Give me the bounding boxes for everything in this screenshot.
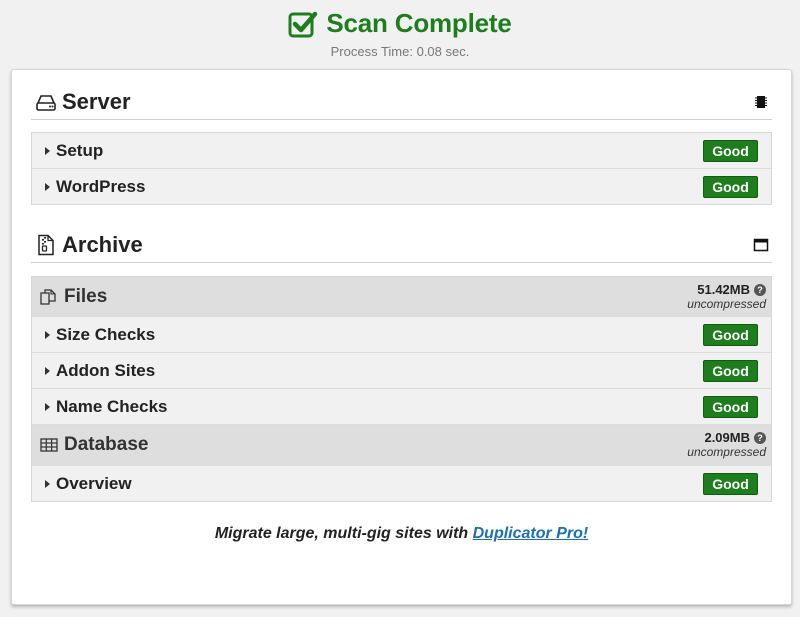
help-icon[interactable]: ? xyxy=(754,432,766,444)
files-row-addon-sites[interactable]: Addon Sites Good xyxy=(32,352,771,388)
window-icon[interactable] xyxy=(753,237,769,253)
database-size-note: uncompressed xyxy=(687,445,766,459)
server-title: Server xyxy=(62,89,131,114)
caret-right-icon xyxy=(45,182,50,191)
promo-message: Migrate large, multi-gig sites with Dupl… xyxy=(12,525,791,543)
archive-section-header[interactable]: Archive xyxy=(31,228,772,263)
row-label: Addon Sites xyxy=(56,360,156,380)
files-row-name-checks[interactable]: Name Checks Good xyxy=(32,388,771,424)
hdd-icon xyxy=(36,95,56,111)
row-label: WordPress xyxy=(56,176,146,196)
row-label: Size Checks xyxy=(56,324,156,344)
files-size-value: 51.42MB xyxy=(697,281,750,297)
server-row-setup[interactable]: Setup Good xyxy=(32,133,771,168)
database-title: Database xyxy=(64,434,149,455)
checkbox-checked-icon xyxy=(288,11,318,37)
database-row-overview[interactable]: Overview Good xyxy=(32,465,771,501)
server-row-wordpress[interactable]: WordPress Good xyxy=(32,168,771,204)
promo-text: Migrate large, multi-gig sites with xyxy=(214,525,473,542)
caret-right-icon xyxy=(45,366,50,375)
status-badge: Good xyxy=(703,395,758,418)
files-size-note: uncompressed xyxy=(687,296,766,311)
files-title: Files xyxy=(64,285,108,307)
row-label: Name Checks xyxy=(56,396,168,416)
caret-right-icon xyxy=(45,146,50,155)
files-copy-icon xyxy=(40,288,56,305)
caret-right-icon xyxy=(45,402,50,411)
database-size-value: 2.09MB xyxy=(704,430,750,445)
scan-panel: Server Setup Good WordPress Good Archive… xyxy=(11,69,792,605)
scan-header: Scan Complete Process Time: 0.08 sec. xyxy=(0,0,800,68)
status-badge: Good xyxy=(703,472,758,495)
database-size: 2.09MB ? uncompressed xyxy=(687,431,766,459)
duplicator-pro-link[interactable]: Duplicator Pro! xyxy=(473,525,589,542)
archive-checks: Files 51.42MB ? uncompressed Size Checks… xyxy=(31,276,772,502)
archive-title: Archive xyxy=(62,232,143,257)
row-label: Setup xyxy=(56,140,104,160)
server-section-header[interactable]: Server xyxy=(31,85,772,120)
row-label: Overview xyxy=(56,473,132,493)
chip-icon[interactable] xyxy=(753,94,769,110)
status-badge: Good xyxy=(703,323,758,346)
files-row-size-checks[interactable]: Size Checks Good xyxy=(32,316,771,352)
caret-right-icon xyxy=(45,479,50,488)
database-subheader: Database 2.09MB ? uncompressed xyxy=(32,424,771,465)
files-size: 51.42MB ? uncompressed xyxy=(687,281,766,311)
files-subheader: Files 51.42MB ? uncompressed xyxy=(32,277,771,316)
caret-right-icon xyxy=(45,330,50,339)
status-badge: Good xyxy=(703,175,758,198)
status-badge: Good xyxy=(703,359,758,382)
server-checks: Setup Good WordPress Good xyxy=(31,132,772,205)
zip-file-icon xyxy=(38,234,54,256)
page-title: Scan Complete xyxy=(326,8,512,38)
process-time: Process Time: 0.08 sec. xyxy=(330,44,470,59)
status-badge: Good xyxy=(703,139,758,162)
title-row: Scan Complete xyxy=(0,8,800,39)
help-icon[interactable]: ? xyxy=(754,283,766,296)
table-icon xyxy=(40,438,58,452)
